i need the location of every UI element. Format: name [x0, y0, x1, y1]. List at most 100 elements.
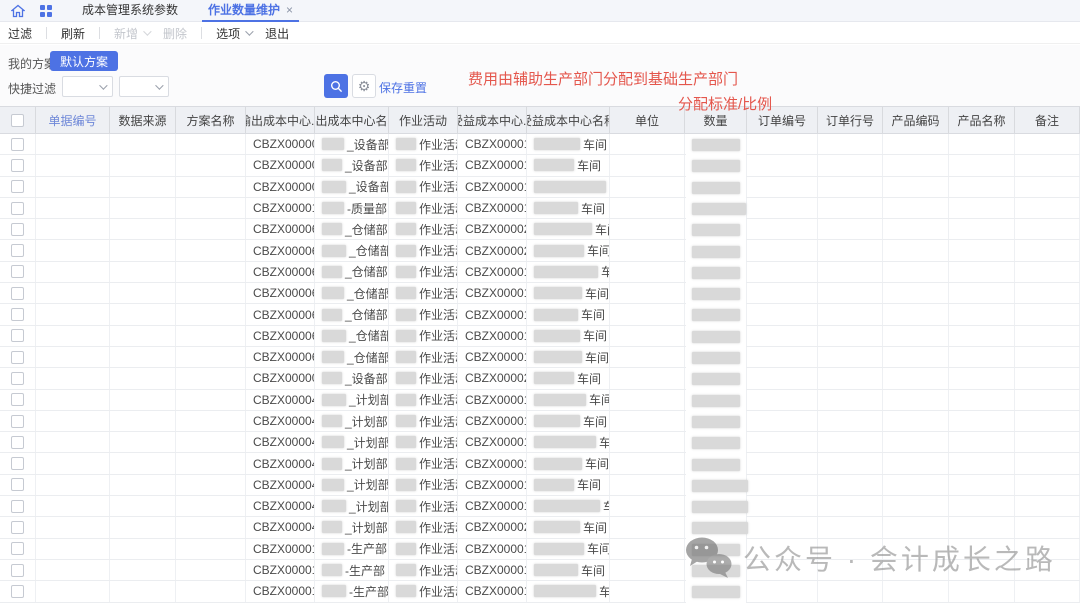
row-checkbox[interactable] [11, 393, 24, 406]
row-checkbox[interactable] [11, 478, 24, 491]
row-checkbox[interactable] [11, 500, 24, 513]
table-row[interactable]: CBZX000009_设备部作业活动CBZX000015车间 [0, 134, 1080, 155]
redacted-value [534, 436, 596, 448]
table-cell [36, 560, 110, 580]
cell-activity: 作业活动 [389, 262, 458, 282]
table-row[interactable]: CBZX000060_仓储部作业活动CBZX000010车间 [0, 283, 1080, 304]
redacted-value [534, 330, 580, 342]
table-cell [176, 539, 246, 559]
table-row[interactable]: CBZX000009_设备部作业活动CBZX000019车间 [0, 177, 1080, 198]
table-cell [1015, 198, 1080, 218]
table-row[interactable]: CBZX000040_计划部作业活动CBZX000010车间 [0, 390, 1080, 411]
home-icon[interactable] [10, 3, 26, 19]
row-checkbox[interactable] [11, 542, 24, 555]
table-cell [176, 134, 246, 154]
table-cell [36, 475, 110, 495]
table-cell [1015, 411, 1080, 431]
table-cell [110, 134, 176, 154]
default-plan-button[interactable]: 默认方案 [50, 51, 118, 71]
reset-button[interactable]: 重置 [403, 79, 427, 96]
table-cell [176, 390, 246, 410]
table-cell [36, 581, 110, 601]
toolbar-button-过滤[interactable]: 过滤 [8, 25, 32, 42]
redacted-value [322, 287, 344, 299]
table-cell [949, 240, 1015, 260]
table-row[interactable]: CBZX000060_仓储部作业活动CBZX000012车间 [0, 304, 1080, 325]
cell-output-cost-center-name: _计划部 [315, 390, 389, 410]
cell-activity: 作业活动 [389, 283, 458, 303]
row-checkbox[interactable] [11, 159, 24, 172]
table-row[interactable]: CBZX000009_设备部作业活动CBZX000022车间 [0, 368, 1080, 389]
search-button[interactable] [324, 74, 348, 98]
table-cell [883, 453, 949, 473]
save-button[interactable]: 保存 [379, 79, 403, 96]
annotation-line1: 费用由辅助生产部门分配到基础生产部门 [468, 68, 738, 89]
toolbar-button-退出[interactable]: 退出 [265, 25, 289, 42]
table-row[interactable]: CBZX000016-质量部作业活动CBZX000010车间 [0, 198, 1080, 219]
column-header: 单据编号 [36, 107, 110, 133]
table-row[interactable]: CBZX000040_计划部作业活动CBZX000017车间 [0, 475, 1080, 496]
table-row[interactable]: CBZX000040_计划部作业活动CBZX000019车间 [0, 496, 1080, 517]
redacted-value [322, 245, 346, 257]
table-row[interactable]: CBZX000060_仓储部作业活动CBZX000022车间 [0, 240, 1080, 261]
toolbar-button-选项[interactable]: 选项 [216, 25, 251, 42]
row-checkbox[interactable] [11, 372, 24, 385]
row-checkbox[interactable] [11, 329, 24, 342]
row-checkbox[interactable] [11, 287, 24, 300]
quick-filter-select-1[interactable] [62, 76, 113, 97]
table-cell [747, 581, 818, 601]
table-row[interactable]: CBZX000060_仓储部作业活动CBZX000015车间 [0, 326, 1080, 347]
table-row[interactable]: CBZX000060_仓储部作业活动CBZX000020车间 [0, 219, 1080, 240]
tab-cost-system-params[interactable]: 成本管理系统参数 [80, 0, 180, 22]
table-cell [883, 177, 949, 197]
row-checkbox[interactable] [11, 521, 24, 534]
select-all-checkbox[interactable] [11, 114, 24, 127]
row-checkbox[interactable] [11, 223, 24, 236]
quick-filter-select-2[interactable] [119, 76, 169, 97]
redacted-value [534, 372, 574, 384]
tab-activity-quantity[interactable]: 作业数量维护× [206, 0, 295, 22]
table-row[interactable]: CBZX000060_仓储部作业活动CBZX000017车间 [0, 347, 1080, 368]
toolbar-button-刷新[interactable]: 刷新 [61, 25, 85, 42]
row-checkbox[interactable] [11, 436, 24, 449]
table-row[interactable]: CBZX000040_计划部作业活动CBZX000014车间 [0, 432, 1080, 453]
table-row[interactable]: CBZX000040_计划部作业活动CBZX000012车间 [0, 411, 1080, 432]
watermark: 公众号 · 会计成长之路 [683, 536, 1056, 580]
row-checkbox[interactable] [11, 351, 24, 364]
redacted-value [534, 351, 582, 363]
redacted-value [396, 351, 416, 363]
table-cell [949, 155, 1015, 175]
table-cell [818, 155, 883, 175]
row-checkbox[interactable] [11, 180, 24, 193]
table-row[interactable]: CBZX000013-生产部作业活动CBZX000014车间 [0, 581, 1080, 602]
row-checkbox[interactable] [11, 585, 24, 598]
column-header: 订单行号 [818, 107, 883, 133]
table-cell [36, 347, 110, 367]
table-row[interactable]: CBZX000009_设备部作业活动CBZX000017车间 [0, 155, 1080, 176]
table-header-row: 单据编号数据来源方案名称输出成本中心...输出成本中心名称作业活动受益成本中心.… [0, 106, 1080, 134]
row-checkbox[interactable] [11, 308, 24, 321]
table-cell [36, 432, 110, 452]
row-checkbox[interactable] [11, 265, 24, 278]
table-row[interactable]: CBZX000060_仓储部作业活动CBZX000014车间 [0, 262, 1080, 283]
cell-benefit-cost-center-code: CBZX000012 [458, 560, 527, 580]
row-checkbox[interactable] [11, 564, 24, 577]
row-checkbox[interactable] [11, 202, 24, 215]
table-cell [1015, 283, 1080, 303]
cell-activity: 作业活动 [389, 475, 458, 495]
grid-icon[interactable] [38, 3, 54, 19]
table-row[interactable]: CBZX000040_计划部作业活动CBZX000015车间 [0, 453, 1080, 474]
settings-button[interactable]: ⚙ [352, 74, 376, 98]
column-header: 输出成本中心名称 [315, 107, 389, 133]
cell-output-cost-center-code: CBZX000040 [246, 496, 315, 516]
close-icon[interactable]: × [286, 3, 293, 17]
table-cell [36, 496, 110, 516]
row-checkbox[interactable] [11, 457, 24, 470]
cell-benefit-cost-center-name: 车间 [527, 390, 610, 410]
cell-activity: 作业活动 [389, 155, 458, 175]
row-checkbox[interactable] [11, 244, 24, 257]
row-checkbox[interactable] [11, 138, 24, 151]
row-checkbox[interactable] [11, 415, 24, 428]
table-cell [1015, 134, 1080, 154]
table-cell [747, 326, 818, 346]
